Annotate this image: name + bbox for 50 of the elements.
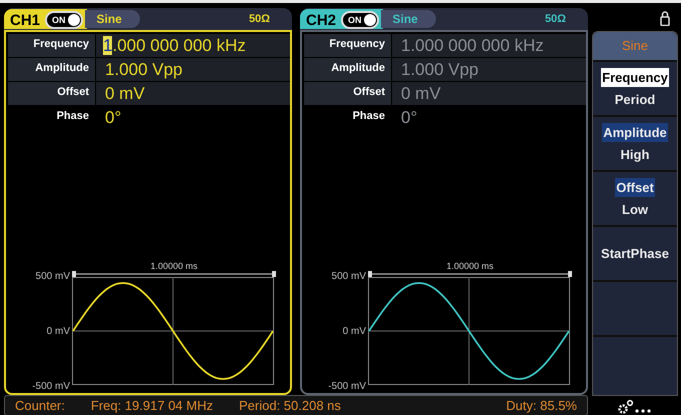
softkey[interactable]: Amplitude High [593,115,677,170]
parameter-value[interactable]: 1.000 Vpp [392,58,586,81]
softkey[interactable]: StartPhase [593,225,677,280]
waveform-label: Sine [84,10,140,28]
softkey-option: Offset [615,178,655,197]
parameter-value[interactable]: 1.000 000 000 kHz [96,34,290,57]
output-switch[interactable]: ON [341,11,379,29]
parameter-label: Amplitude [8,58,96,81]
softkey-option: Amplitude [602,123,668,142]
parameter-value[interactable]: 0 mV [96,82,290,105]
axis-label: 0 mV [46,326,70,338]
softkey-option: Period [614,90,656,109]
axis-label: 500 mV [332,271,366,283]
channel-tab[interactable]: CH2 ON [300,9,383,29]
parameter-label: Offset [8,82,96,105]
parameter-value[interactable]: 0° [96,106,290,129]
axis-label: 500 mV [36,271,70,283]
softkey-option: StartPhase [600,244,670,263]
channel-name: CH1 [10,12,40,28]
axis-label: 0 mV [342,326,366,338]
softkey-option: Frequency [601,68,669,87]
softkey-option: High [620,145,650,164]
waveform-label: Sine [380,10,436,28]
softkey-option: Low [621,200,649,219]
axis-label: -500 mV [32,381,70,393]
lock-icon [660,10,670,26]
parameter-value[interactable]: 0° [392,106,586,129]
counter-reading: Freq: 19.917 04 MHz [90,398,213,413]
softkey[interactable]: Offset Low [593,170,677,225]
counter-reading: Period: 50.208 ns [239,398,341,413]
parameter-value[interactable]: 1.000 000 000 kHz [392,34,586,57]
softkey[interactable]: Frequency Period [593,60,677,115]
counter-label: Counter: [15,398,65,413]
parameter-label: Offset [304,82,392,105]
axis-label: -500 mV [328,381,366,393]
timescale-label: 1.00000 ms [150,261,198,271]
parameter-value[interactable]: 0 mV [392,82,586,105]
parameter-label: Amplitude [304,58,392,81]
output-switch[interactable]: ON [45,11,83,29]
parameter-label: Frequency [8,34,96,57]
load-label: 50Ω [544,13,566,25]
timescale-label: 1.00000 ms [446,261,494,271]
channel-name: CH2 [306,12,336,28]
parameter-value[interactable]: 1.000 Vpp [96,58,290,81]
counter-reading: Duty: 85.5% [506,398,577,413]
parameter-label: Frequency [304,34,392,57]
menu-title: Sine [593,32,677,60]
channel-tab[interactable]: CH1 ON [4,9,87,29]
load-label: 50Ω [248,13,270,25]
gears-more-icon[interactable] [617,399,653,415]
